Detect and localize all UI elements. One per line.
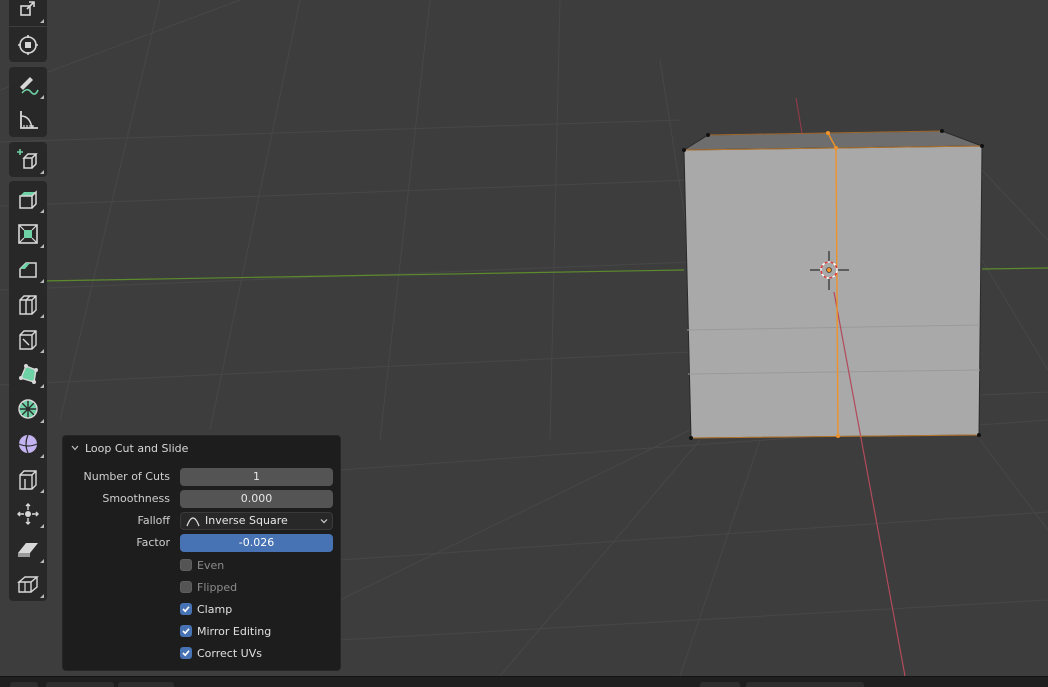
poly-build-tool-button[interactable] [9, 356, 47, 391]
falloff-label: Falloff [137, 514, 170, 527]
smoothness-label: Smoothness [102, 492, 170, 505]
factor-row: Factor -0.026 [63, 533, 340, 553]
mirror-editing-label: Mirror Editing [197, 624, 272, 638]
falloff-dropdown[interactable]: Inverse Square [180, 512, 333, 530]
add-cube-tool-button[interactable] [9, 142, 47, 177]
annotate-tool-button[interactable] [9, 67, 47, 102]
edge-slide-tool-button[interactable] [9, 461, 47, 496]
factor-field[interactable]: -0.026 [180, 534, 333, 552]
3d-viewport[interactable]: Loop Cut and Slide Number of Cuts 1 Smoo… [0, 0, 1048, 676]
shrink-fatten-tool-button[interactable] [9, 496, 47, 531]
panel-title: Loop Cut and Slide [85, 441, 189, 455]
number-of-cuts-label: Number of Cuts [83, 470, 170, 483]
smooth-tool-button[interactable] [9, 426, 47, 461]
bevel-icon [19, 261, 37, 278]
loop-cut-operator-panel: Loop Cut and Slide Number of Cuts 1 Smoo… [62, 435, 341, 671]
loop-cut-tool-button[interactable] [9, 286, 47, 321]
checkbox-box [180, 559, 192, 571]
clamp-checkbox[interactable]: Clamp [180, 602, 232, 616]
status-bar-widget[interactable] [10, 682, 38, 687]
even-label: Even [197, 558, 225, 572]
mirror-editing-checkbox[interactable]: Mirror Editing [180, 624, 271, 638]
even-checkbox[interactable]: Even [180, 558, 224, 572]
inset-faces-tool-button[interactable] [9, 216, 47, 251]
rip-region-icon [17, 575, 39, 593]
smooth-icon [18, 434, 38, 453]
checkmark-icon [180, 647, 192, 659]
bevel-tool-button[interactable] [9, 251, 47, 286]
smoothness-row: Smoothness 0.000 [63, 489, 340, 509]
checkmark-icon [180, 625, 192, 637]
clamp-label: Clamp [197, 602, 233, 616]
status-bar-widget[interactable] [118, 682, 174, 687]
correct-uvs-row: Correct UVs [63, 643, 340, 663]
loop-cut-icon [19, 294, 37, 315]
clamp-row: Clamp [63, 599, 340, 619]
correct-uvs-label: Correct UVs [197, 646, 262, 660]
shear-tool-button[interactable] [9, 531, 47, 566]
inset-faces-icon [18, 223, 38, 244]
knife-tool-button[interactable] [9, 321, 47, 356]
extrude-region-icon [19, 189, 37, 209]
edge-slide-icon [19, 469, 37, 490]
flipped-row: Flipped [63, 577, 340, 597]
measure-icon [20, 110, 38, 129]
falloff-row: Falloff Inverse Square [63, 511, 340, 531]
y-axis-line [39, 269, 685, 282]
status-bar [0, 676, 1048, 687]
chevron-down-icon [71, 445, 79, 451]
scale-icon [20, 0, 35, 16]
spin-tool-button[interactable] [9, 391, 47, 426]
shrink-fatten-icon [17, 502, 39, 525]
scale-tool-button[interactable] [9, 0, 47, 26]
annotate-icon [20, 76, 39, 95]
x-axis-line-top [795, 97, 803, 134]
number-of-cuts-field[interactable]: 1 [180, 468, 333, 486]
add-cube-icon [17, 148, 38, 169]
mirror-editing-row: Mirror Editing [63, 621, 340, 641]
chevron-down-icon [320, 519, 328, 524]
spin-icon [18, 398, 38, 419]
transform-tool-button[interactable] [9, 27, 47, 62]
panel-header[interactable]: Loop Cut and Slide [63, 436, 340, 460]
cube-front-face[interactable] [683, 145, 983, 439]
shear-icon [18, 542, 38, 557]
knife-icon [19, 329, 37, 350]
even-row: Even [63, 555, 340, 575]
number-of-cuts-row: Number of Cuts 1 [63, 467, 340, 487]
smoothness-field[interactable]: 0.000 [180, 490, 333, 508]
correct-uvs-checkbox[interactable]: Correct UVs [180, 646, 262, 660]
measure-tool-button[interactable] [9, 102, 47, 137]
status-bar-widget[interactable] [746, 682, 864, 687]
checkmark-icon [180, 603, 192, 615]
status-bar-widget[interactable] [46, 682, 114, 687]
checkbox-box [180, 581, 192, 593]
status-bar-widget[interactable] [700, 682, 740, 687]
flipped-checkbox[interactable]: Flipped [180, 580, 237, 594]
factor-label: Factor [136, 536, 170, 549]
flipped-label: Flipped [197, 580, 238, 594]
extrude-region-tool-button[interactable] [9, 181, 47, 216]
rip-region-tool-button[interactable] [9, 566, 47, 601]
transform-icon [18, 34, 38, 55]
poly-build-icon [19, 363, 38, 384]
y-axis-line-right [981, 267, 1048, 270]
inverse-square-falloff-icon [186, 517, 200, 527]
falloff-value: Inverse Square [205, 514, 288, 527]
